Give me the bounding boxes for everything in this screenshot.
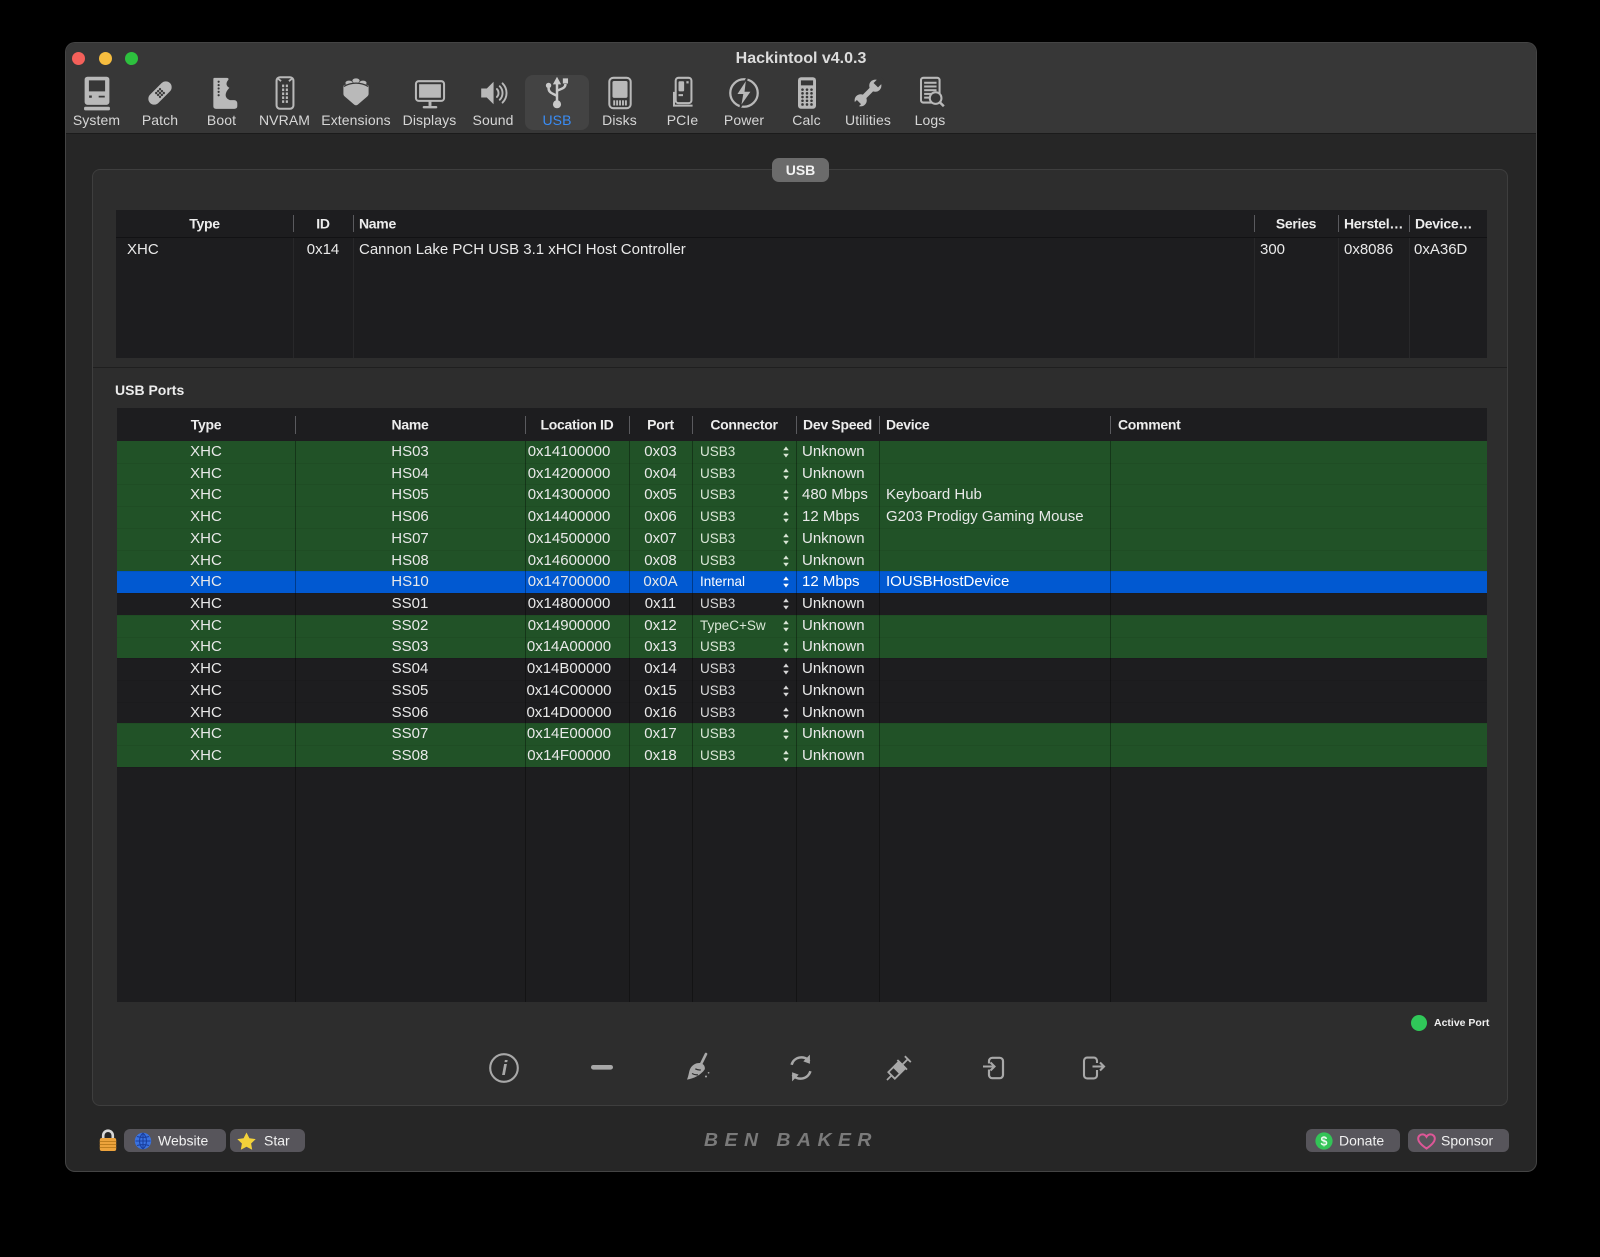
svg-text:i: i xyxy=(502,1058,508,1080)
svg-text:$: $ xyxy=(1321,1135,1328,1149)
